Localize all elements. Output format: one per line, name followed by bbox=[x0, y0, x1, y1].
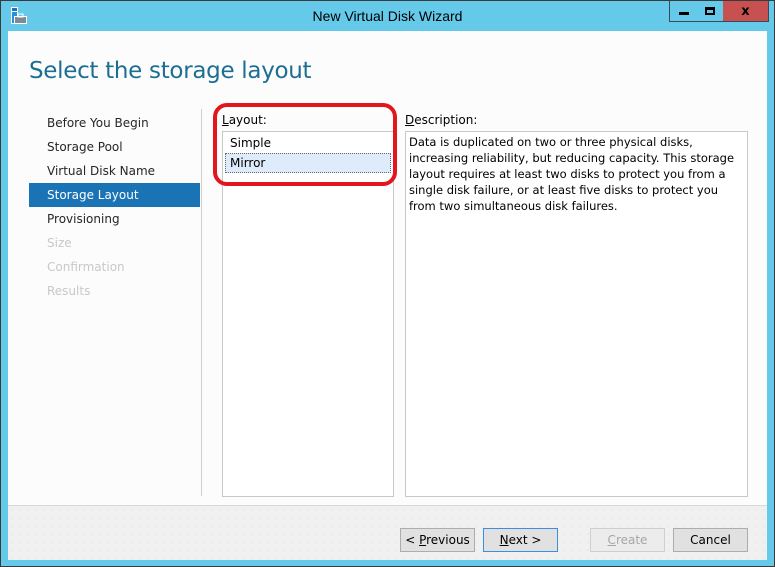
step-storage-layout[interactable]: Storage Layout bbox=[29, 183, 200, 207]
close-button[interactable]: x bbox=[723, 1, 769, 22]
layout-option-mirror[interactable]: Mirror bbox=[225, 153, 391, 173]
layout-option-simple[interactable]: Simple bbox=[225, 133, 391, 153]
maximize-icon bbox=[705, 7, 715, 15]
next-button[interactable]: Next > bbox=[483, 528, 558, 552]
step-provisioning[interactable]: Provisioning bbox=[29, 207, 200, 231]
step-virtual-disk-name[interactable]: Virtual Disk Name bbox=[29, 159, 200, 183]
minimize-button[interactable] bbox=[669, 1, 698, 22]
step-size: Size bbox=[47, 236, 72, 250]
button-bar: < Previous Next > Create Cancel bbox=[8, 505, 767, 560]
wizard-steps-nav: Before You Begin Storage Pool Virtual Di… bbox=[29, 111, 200, 303]
next-mnemonic: N bbox=[499, 533, 509, 547]
create-button: Create bbox=[590, 528, 665, 552]
description-label: Description: bbox=[405, 113, 477, 127]
create-mnemonic: C bbox=[607, 533, 616, 547]
step-confirmation: Confirmation bbox=[47, 260, 125, 274]
maximize-button[interactable] bbox=[697, 1, 724, 22]
layout-listbox[interactable]: Simple Mirror bbox=[222, 131, 394, 497]
previous-button[interactable]: < Previous bbox=[400, 528, 475, 552]
step-before-you-begin[interactable]: Before You Begin bbox=[29, 111, 200, 135]
minimize-icon bbox=[678, 12, 689, 15]
description-label-text: escription: bbox=[414, 113, 478, 127]
wizard-content: Select the storage layout Before You Beg… bbox=[8, 31, 767, 560]
steps-divider bbox=[201, 109, 202, 496]
wizard-window: New Virtual Disk Wizard x Select the sto… bbox=[0, 0, 775, 567]
description-label-mnemonic: D bbox=[405, 113, 415, 127]
layout-label: Layout: bbox=[222, 113, 267, 127]
window-title: New Virtual Disk Wizard bbox=[312, 8, 463, 24]
next-label: ext > bbox=[508, 533, 542, 547]
step-storage-pool[interactable]: Storage Pool bbox=[29, 135, 200, 159]
previous-label: revious bbox=[426, 533, 470, 547]
page-title: Select the storage layout bbox=[29, 58, 312, 84]
layout-label-text: ayout: bbox=[228, 113, 267, 127]
previous-prefix: < bbox=[405, 533, 420, 547]
cancel-button[interactable]: Cancel bbox=[673, 528, 748, 552]
description-text: Data is duplicated on two or three physi… bbox=[405, 131, 748, 497]
title-bar[interactable]: New Virtual Disk Wizard x bbox=[1, 1, 774, 31]
layout-label-mnemonic: L bbox=[222, 113, 229, 127]
step-results: Results bbox=[47, 284, 91, 298]
close-icon: x bbox=[741, 3, 750, 19]
create-label: reate bbox=[615, 533, 648, 547]
